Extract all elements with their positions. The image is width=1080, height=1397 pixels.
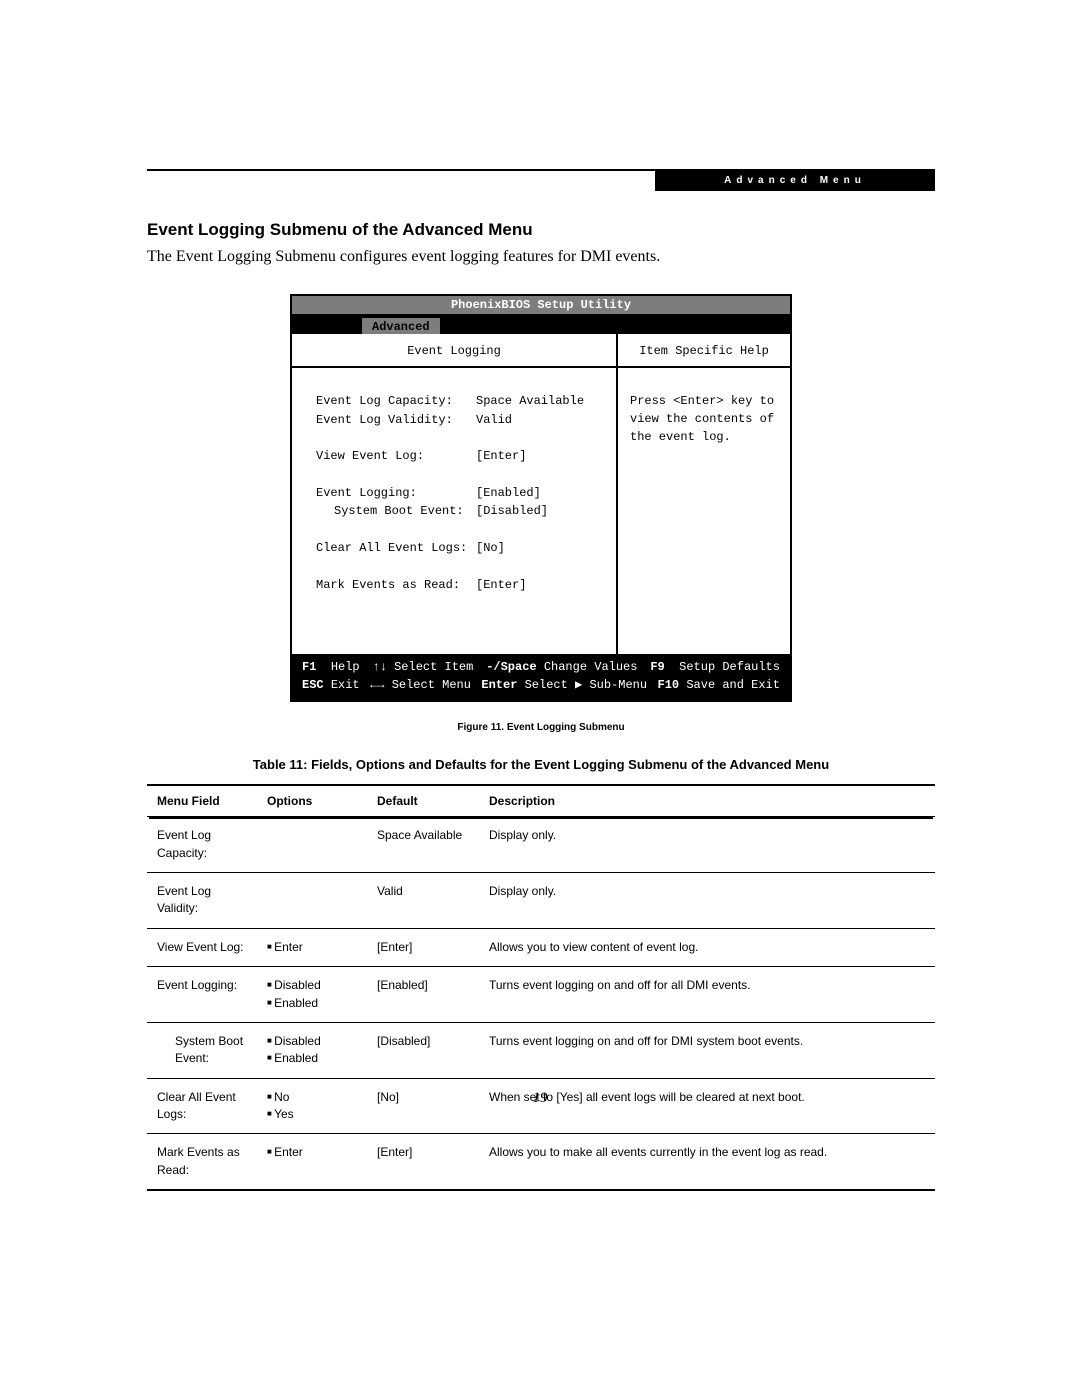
- page-number: 19: [0, 1090, 1080, 1107]
- cell-menu-field: Event Logging:: [147, 967, 257, 1023]
- bios-field-row: System Boot Event:[Disabled]: [292, 502, 616, 521]
- bios-field-label: Clear All Event Logs:: [316, 539, 476, 558]
- cell-description: Turns event logging on and off for DMI s…: [479, 1022, 935, 1078]
- cell-default: [Enabled]: [367, 967, 479, 1023]
- cell-options: Enter: [257, 1134, 367, 1190]
- list-item: Enabled: [267, 995, 357, 1012]
- cell-options: [257, 817, 367, 873]
- options-list: DisabledEnabled: [267, 1033, 357, 1068]
- table-row: Event Logging: DisabledEnabled [Enabled]Tu…: [147, 967, 935, 1023]
- bios-field-value: [Enter]: [476, 447, 592, 466]
- bios-footer-help: F1 Help: [302, 658, 360, 676]
- section-badge: Advanced Menu: [655, 171, 935, 191]
- bios-field-label: System Boot Event:: [316, 502, 476, 521]
- bios-gap: [292, 466, 616, 484]
- section-title: Event Logging Submenu of the Advanced Me…: [147, 220, 935, 240]
- page-content: Event Logging Submenu of the Advanced Me…: [147, 220, 935, 1191]
- bios-footer-exit: ESC Exit: [302, 676, 360, 694]
- table-row: Event Log Capacity: Space AvailableDispla…: [147, 817, 935, 873]
- bios-tab-advanced: Advanced: [360, 316, 442, 334]
- cell-menu-field: Event Log Capacity:: [147, 817, 257, 873]
- bios-gap: [292, 558, 616, 576]
- bios-field-list: Event Log Capacity:Space AvailableEvent …: [292, 368, 616, 654]
- bios-field-row: Mark Events as Read:[Enter]: [292, 576, 616, 595]
- cell-default: Valid: [367, 872, 479, 928]
- cell-menu-field: System Boot Event:: [147, 1022, 257, 1078]
- bios-field-label: Mark Events as Read:: [316, 576, 476, 595]
- cell-menu-field: Event Log Validity:: [147, 872, 257, 928]
- th-description: Description: [479, 785, 935, 817]
- cell-menu-field: Mark Events as Read:: [147, 1134, 257, 1190]
- intro-paragraph: The Event Logging Submenu configures eve…: [147, 248, 935, 266]
- bios-left-header: Event Logging: [292, 334, 616, 368]
- bios-screenshot: PhoenixBIOS Setup Utility Advanced Event…: [290, 294, 792, 702]
- bios-field-row: Event Log Validity:Valid: [292, 411, 616, 430]
- bios-footer: F1 Help ↑↓ Select Item -/Space Change Va…: [292, 654, 790, 700]
- cell-description: Display only.: [479, 872, 935, 928]
- cell-menu-field: View Event Log:: [147, 928, 257, 966]
- bios-footer-change-values: -/Space Change Values: [486, 658, 637, 676]
- cell-options: DisabledEnabled: [257, 967, 367, 1023]
- bios-footer-save-exit: F10 Save and Exit: [658, 676, 780, 694]
- bios-right-header: Item Specific Help: [618, 334, 790, 368]
- options-list: Enter: [267, 1144, 357, 1161]
- list-item: Yes: [267, 1106, 357, 1123]
- list-item: Enter: [267, 1144, 357, 1161]
- table-row: System Boot Event: DisabledEnabled [Disabl…: [147, 1022, 935, 1078]
- bios-help-text: Press <Enter> key to view the contents o…: [618, 368, 790, 470]
- th-menu-field: Menu Field: [147, 785, 257, 817]
- cell-description: Display only.: [479, 817, 935, 873]
- table-row: Event Log Validity: ValidDisplay only.: [147, 872, 935, 928]
- cell-options: Enter: [257, 928, 367, 966]
- cell-description: Allows you to make all events currently …: [479, 1134, 935, 1190]
- cell-description: Allows you to view content of event log.: [479, 928, 935, 966]
- list-item: Enter: [267, 939, 357, 956]
- cell-default: [Disabled]: [367, 1022, 479, 1078]
- th-options: Options: [257, 785, 367, 817]
- figure-caption: Figure 11. Event Logging Submenu: [147, 722, 935, 733]
- bios-field-label: View Event Log:: [316, 447, 476, 466]
- bios-title: PhoenixBIOS Setup Utility: [292, 296, 790, 316]
- cell-options: [257, 872, 367, 928]
- bios-field-row: Event Log Capacity:Space Available: [292, 392, 616, 411]
- table-row: View Event Log: Enter [Enter]Allows you to…: [147, 928, 935, 966]
- bios-body: Event Logging Event Log Capacity:Space A…: [292, 334, 790, 654]
- th-default: Default: [367, 785, 479, 817]
- table-caption: Table 11: Fields, Options and Defaults f…: [147, 757, 935, 772]
- bios-field-value: Space Available: [476, 392, 592, 411]
- list-item: Disabled: [267, 977, 357, 994]
- bios-gap: [292, 521, 616, 539]
- table-header-row: Menu Field Options Default Description: [147, 785, 935, 817]
- bios-field-value: [Enter]: [476, 576, 592, 595]
- bios-footer-setup-defaults: F9 Setup Defaults: [650, 658, 780, 676]
- cell-default: [Enter]: [367, 1134, 479, 1190]
- bios-field-row: Clear All Event Logs:[No]: [292, 539, 616, 558]
- bios-gap: [292, 429, 616, 447]
- bios-field-row: Event Logging:[Enabled]: [292, 484, 616, 503]
- bios-field-value: [No]: [476, 539, 592, 558]
- cell-default: [Enter]: [367, 928, 479, 966]
- options-list: Enter: [267, 939, 357, 956]
- cell-options: DisabledEnabled: [257, 1022, 367, 1078]
- bios-right-pane: Item Specific Help Press <Enter> key to …: [618, 334, 790, 654]
- bios-left-pane: Event Logging Event Log Capacity:Space A…: [292, 334, 618, 654]
- bios-field-label: Event Logging:: [316, 484, 476, 503]
- bios-footer-select-menu: ←→ Select Menu: [370, 676, 471, 694]
- options-list: DisabledEnabled: [267, 977, 357, 1012]
- cell-default: Space Available: [367, 817, 479, 873]
- list-item: Disabled: [267, 1033, 357, 1050]
- bios-tab-bar: Advanced: [292, 316, 790, 334]
- field-table: Menu Field Options Default Description E…: [147, 784, 935, 1191]
- table-row: Mark Events as Read: Enter [Enter]Allows y…: [147, 1134, 935, 1190]
- bios-field-value: [Disabled]: [476, 502, 592, 521]
- bios-footer-select-item: ↑↓ Select Item: [373, 658, 474, 676]
- bios-field-value: [Enabled]: [476, 484, 592, 503]
- bios-footer-select-submenu: Enter Select ▶ Sub-Menu: [481, 676, 647, 694]
- bios-field-label: Event Log Capacity:: [316, 392, 476, 411]
- cell-description: Turns event logging on and off for all D…: [479, 967, 935, 1023]
- bios-field-label: Event Log Validity:: [316, 411, 476, 430]
- bios-field-value: Valid: [476, 411, 592, 430]
- bios-field-row: View Event Log:[Enter]: [292, 447, 616, 466]
- list-item: Enabled: [267, 1050, 357, 1067]
